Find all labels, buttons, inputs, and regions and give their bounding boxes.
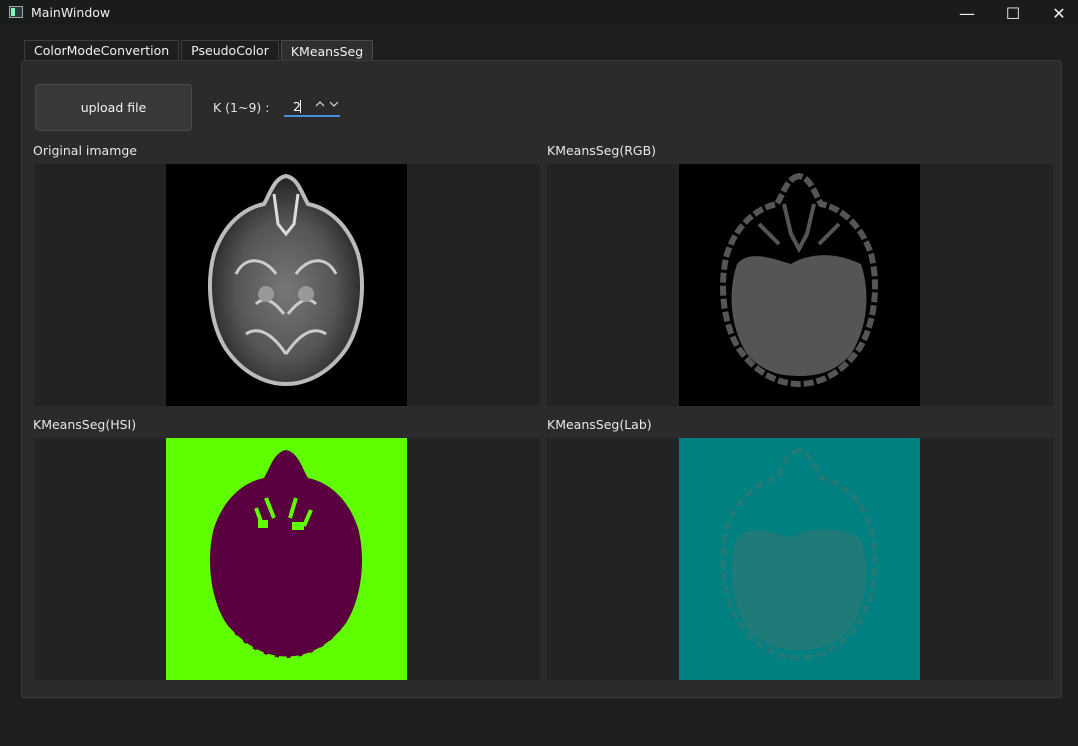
tab-colormodeconvertion[interactable]: ColorModeConvertion: [24, 40, 180, 60]
chevron-down-icon[interactable]: [328, 97, 340, 114]
tab-kmeansseg[interactable]: KMeansSeg: [280, 40, 374, 61]
lab-seg-caption: KMeansSeg(Lab): [547, 417, 652, 432]
maximize-button[interactable]: ☐: [990, 0, 1036, 26]
original-image-caption: Original imamge: [33, 143, 137, 158]
lab-seg-view: [547, 438, 1053, 680]
lab-seg-image: [679, 438, 920, 680]
title-bar: MainWindow — ☐ ✕: [0, 0, 1078, 26]
hsi-seg-view: [34, 438, 540, 680]
hsi-seg-caption: KMeansSeg(HSI): [33, 417, 137, 432]
tab-bar: ColorModeConvertion PseudoColor KMeansSe…: [24, 40, 375, 61]
window-title: MainWindow: [31, 5, 111, 20]
rgb-seg-image: [679, 164, 920, 406]
tab-pseudocolor[interactable]: PseudoColor: [181, 40, 279, 60]
upload-file-button[interactable]: upload file: [35, 84, 192, 131]
k-label: K (1~9) :: [213, 100, 270, 115]
app-icon: [9, 6, 23, 18]
original-image-view: [34, 164, 540, 406]
k-spinbox[interactable]: 2: [284, 97, 340, 117]
original-image: [166, 164, 407, 406]
text-caret: [300, 100, 301, 113]
rgb-seg-view: [547, 164, 1053, 406]
hsi-seg-image: [166, 438, 407, 680]
minimize-button[interactable]: —: [944, 0, 990, 26]
chevron-up-icon[interactable]: [314, 97, 326, 114]
rgb-seg-caption: KMeansSeg(RGB): [547, 143, 657, 158]
close-button[interactable]: ✕: [1036, 0, 1078, 26]
